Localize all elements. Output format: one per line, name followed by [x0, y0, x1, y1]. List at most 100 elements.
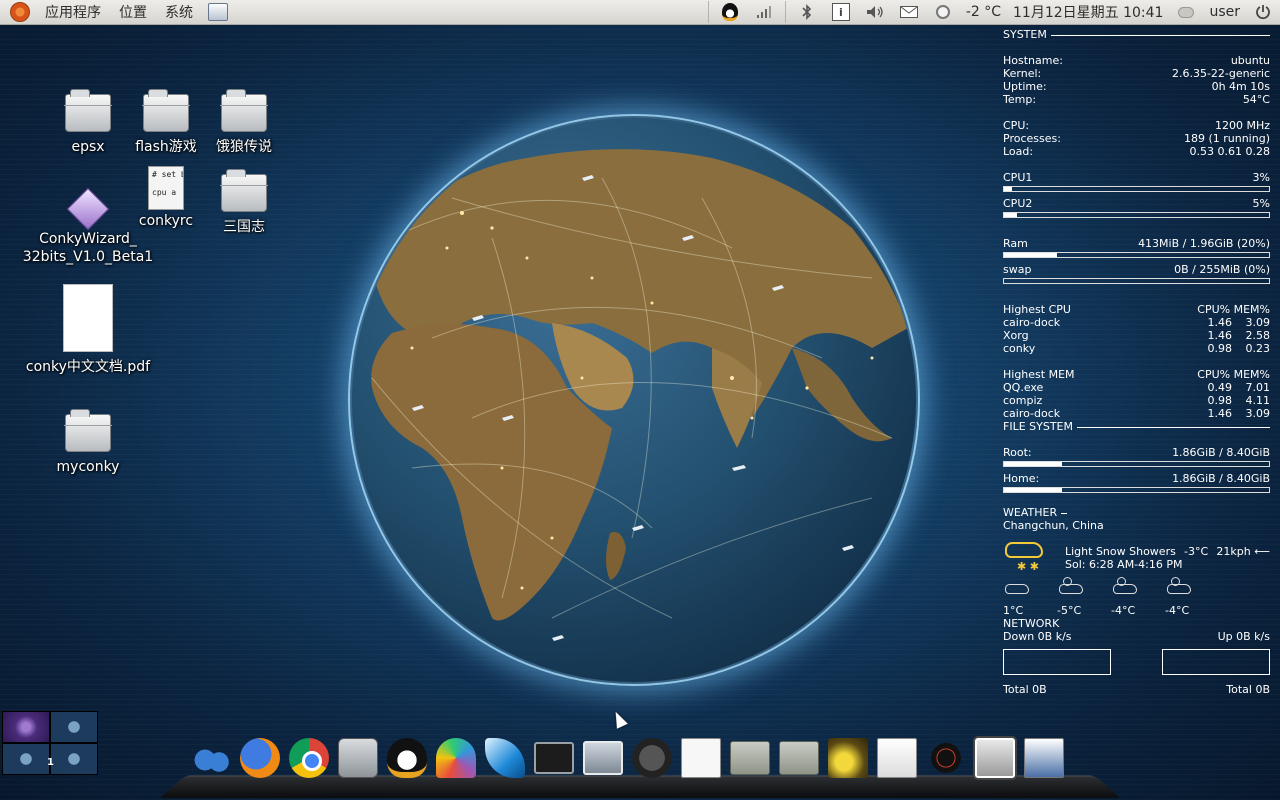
desktop-icon-label: conky中文文档.pdf	[25, 359, 151, 375]
window-icon[interactable]	[580, 736, 626, 780]
home-bar	[1003, 487, 1270, 493]
desktop-folder-myconky[interactable]: myconky	[8, 409, 168, 476]
folder-icon[interactable]	[727, 736, 773, 780]
cpu2-row: CPU2 5%	[1003, 197, 1270, 210]
desktop-icon-label: 饿狼传说	[216, 139, 272, 155]
row-label: Home:	[1003, 472, 1040, 485]
wallpaper-globe	[320, 82, 960, 722]
globe-map	[371, 149, 908, 641]
workspace-switcher: 1	[2, 711, 98, 775]
table-title: Highest MEM	[1003, 368, 1075, 381]
section-network: NETWORK	[1003, 617, 1270, 630]
workspace-1[interactable]	[3, 712, 49, 742]
section-system: SYSTEM	[1003, 28, 1270, 41]
row-label: swap	[1003, 263, 1032, 276]
forecast-day: 1°C	[1003, 578, 1051, 617]
volume-icon[interactable]	[864, 2, 886, 22]
process-mem: 2.58	[1245, 329, 1271, 342]
tray-weather-temp[interactable]: -2 °C	[966, 4, 1001, 20]
process-mem: 0.23	[1245, 342, 1271, 355]
row-value: 0.53 0.61 0.28	[1189, 145, 1270, 158]
user-status-icon[interactable]	[1175, 2, 1197, 22]
info-icon[interactable]: i	[830, 2, 852, 22]
process-cpu: 1.46	[1207, 407, 1233, 420]
download-rate: Down 0B k/s	[1003, 630, 1072, 643]
download-folder-icon[interactable]	[776, 736, 822, 780]
trash-icon[interactable]	[972, 736, 1018, 780]
menu-system[interactable]: 系统	[156, 2, 202, 22]
workspace-number: 1	[47, 757, 54, 768]
tray-separator	[707, 1, 709, 23]
weather-temp: -3°C	[1184, 545, 1209, 558]
process-name: compiz	[1003, 394, 1043, 407]
gnome-icon[interactable]	[629, 736, 675, 780]
network-graphs	[1003, 649, 1270, 675]
section-rule	[1061, 513, 1068, 514]
fan-icon[interactable]	[433, 736, 479, 780]
row-label: Root:	[1003, 446, 1032, 459]
username[interactable]: user	[1209, 4, 1240, 20]
conky-monitor: SYSTEM Hostname: ubuntu Kernel: 2.6.35-22-…	[1003, 28, 1270, 696]
row-value: 1200 MHz	[1214, 119, 1270, 132]
launcher-icon[interactable]	[208, 3, 228, 21]
network-totals: Total 0B Total 0B	[1003, 683, 1270, 696]
section-weather: WEATHER	[1003, 506, 1270, 519]
desktop-icon-label: 三国志	[223, 219, 265, 235]
power-icon[interactable]	[1252, 2, 1274, 22]
processes-row: Processes: 189 (1 running)	[1003, 132, 1270, 145]
firefox-icon[interactable]	[237, 736, 283, 780]
menu-icon[interactable]	[678, 736, 724, 780]
chrome-icon[interactable]	[286, 736, 332, 780]
section-title: NETWORK	[1003, 617, 1060, 630]
workspace-4[interactable]	[51, 744, 97, 774]
desktop-folder-elang[interactable]: 饿狼传说	[164, 89, 324, 156]
cairo-dock	[188, 736, 1070, 780]
signal-icon[interactable]	[753, 2, 775, 22]
row-label: Uptime:	[1003, 80, 1047, 93]
desktop-file-pdf[interactable]: conky中文文档.pdf	[8, 284, 168, 376]
clock[interactable]: 11月12日星期五 10:41	[1013, 2, 1163, 22]
ubuntu-logo-icon[interactable]	[10, 2, 30, 22]
row-value: 54°C	[1242, 93, 1270, 106]
terminal-icon[interactable]	[531, 736, 577, 780]
forecast-temp: 1°C	[1003, 604, 1024, 617]
screenshot-icon[interactable]	[1021, 736, 1067, 780]
row-label: Kernel:	[1003, 67, 1042, 80]
cpu1-row: CPU1 3%	[1003, 171, 1270, 184]
section-title: FILE SYSTEM	[1003, 420, 1073, 433]
island-madagascar	[606, 532, 626, 580]
weather-wind: 21kph	[1216, 545, 1251, 558]
highest-cpu-list: cairo-dock 1.46 3.09 Xorg 1.46 2.58 conky 0.98 0…	[1003, 316, 1270, 355]
qq-icon[interactable]	[384, 736, 430, 780]
workspace-3[interactable]	[3, 744, 49, 774]
temp-row: Temp: 54°C	[1003, 93, 1270, 106]
weather-location: Changchun, China	[1003, 519, 1270, 532]
photo-icon[interactable]	[825, 736, 871, 780]
mail-icon[interactable]	[898, 2, 920, 22]
weather-sun-icon[interactable]	[932, 2, 954, 22]
row-label: Load:	[1003, 145, 1034, 158]
row-value: 189 (1 running)	[1183, 132, 1270, 145]
desktop-folder-sanguozhi[interactable]: 三国志	[164, 169, 324, 236]
bluetooth-icon[interactable]	[796, 2, 818, 22]
download-total: Total 0B	[1003, 683, 1047, 696]
qq-tray-icon[interactable]	[719, 2, 741, 22]
desktop-file-conkywizard[interactable]: ConkyWizard_ 32bits_V1.0_Beta1	[8, 187, 168, 266]
workspace-2[interactable]	[51, 712, 97, 742]
bar-fill	[1004, 213, 1018, 217]
kernel-row: Kernel: 2.6.35-22-generic	[1003, 67, 1270, 80]
desktop-icon-label: myconky	[56, 459, 120, 475]
process-mem: 3.09	[1245, 407, 1271, 420]
feather-icon[interactable]	[482, 736, 528, 780]
feet-icon[interactable]	[188, 736, 234, 780]
hostname-row: Hostname: ubuntu	[1003, 54, 1270, 67]
menu-places[interactable]: 位置	[110, 2, 156, 22]
snow-cloud-icon	[1003, 578, 1031, 596]
menu-applications[interactable]: 应用程序	[36, 2, 110, 22]
globe-earth	[352, 118, 916, 682]
calculator-icon[interactable]	[335, 736, 381, 780]
load-row: Load: 0.53 0.61 0.28	[1003, 145, 1270, 158]
row-label: Temp:	[1003, 93, 1037, 106]
umbrella-icon[interactable]	[923, 736, 969, 780]
text-editor-icon[interactable]	[874, 736, 920, 780]
